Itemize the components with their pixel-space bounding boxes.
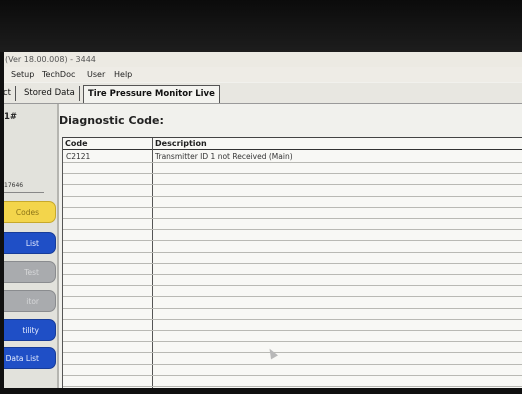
- diagnostic-code-table: Code Description C2121 Transmitter ID 1 …: [62, 137, 522, 388]
- page-title: Diagnostic Code:: [59, 114, 164, 127]
- menu-bar: Setup TechDoc User Help: [4, 67, 522, 82]
- table-gridline: [63, 173, 522, 174]
- application-window: (Ver 18.00.008) - 3444 Setup TechDoc Use…: [4, 52, 522, 388]
- menu-user[interactable]: User: [87, 67, 105, 82]
- table-gridline: [63, 308, 522, 309]
- monitor-bezel-top: [0, 0, 522, 52]
- monitor-bezel-bottom: [0, 388, 522, 394]
- code-cell: C2121: [66, 152, 91, 161]
- menu-help[interactable]: Help: [114, 67, 132, 82]
- sidebar: 1# 17646 Codes List Test itor tility Dat…: [4, 104, 59, 388]
- test-button[interactable]: Test: [4, 261, 56, 283]
- table-gridline: [63, 375, 522, 376]
- monitor-button[interactable]: itor: [4, 290, 56, 312]
- table-gridline: [63, 207, 522, 208]
- table-gridline: [63, 229, 522, 230]
- sidebar-divider: [4, 192, 44, 193]
- tab-tire-pressure-monitor-live[interactable]: Tire Pressure Monitor Live: [83, 85, 220, 103]
- sidebar-title: 1#: [4, 112, 18, 122]
- table-header: Code Description: [63, 138, 522, 150]
- utility-button[interactable]: tility: [4, 319, 56, 341]
- table-gridline: [63, 252, 522, 253]
- menu-setup[interactable]: Setup: [11, 67, 34, 82]
- table-gridline: [63, 162, 522, 163]
- main-panel: Diagnostic Code: Code Description C2121 …: [59, 104, 522, 388]
- description-cell: Transmitter ID 1 not Received (Main): [155, 152, 293, 161]
- table-gridline: [63, 386, 522, 387]
- list-button[interactable]: List: [4, 232, 56, 254]
- menu-techdoc[interactable]: TechDoc: [42, 67, 75, 82]
- table-gridline: [63, 352, 522, 353]
- table-gridline: [63, 341, 522, 342]
- table-gridline: [63, 263, 522, 264]
- table-gridline: [63, 240, 522, 241]
- table-gridline: [63, 218, 522, 219]
- table-gridline: [63, 296, 522, 297]
- data-list-button[interactable]: Data List: [4, 347, 56, 369]
- sidebar-id-text: 17646: [4, 182, 24, 189]
- table-gridline: [63, 364, 522, 365]
- table-gridline: [63, 330, 522, 331]
- table-gridline: [63, 274, 522, 275]
- tab-bar: ct Stored Data Tire Pressure Monitor Liv…: [4, 83, 522, 104]
- table-gridline: [63, 196, 522, 197]
- window-title: (Ver 18.00.008) - 3444: [4, 52, 522, 67]
- tab-stored-data[interactable]: Stored Data: [24, 86, 80, 101]
- table-gridline: [63, 184, 522, 185]
- codes-button[interactable]: Codes: [4, 201, 56, 223]
- table-gridline: [63, 285, 522, 286]
- table-gridline: [63, 319, 522, 320]
- column-header-code: Code: [65, 139, 88, 148]
- tab-select[interactable]: ct: [4, 86, 17, 101]
- column-header-description: Description: [155, 139, 207, 148]
